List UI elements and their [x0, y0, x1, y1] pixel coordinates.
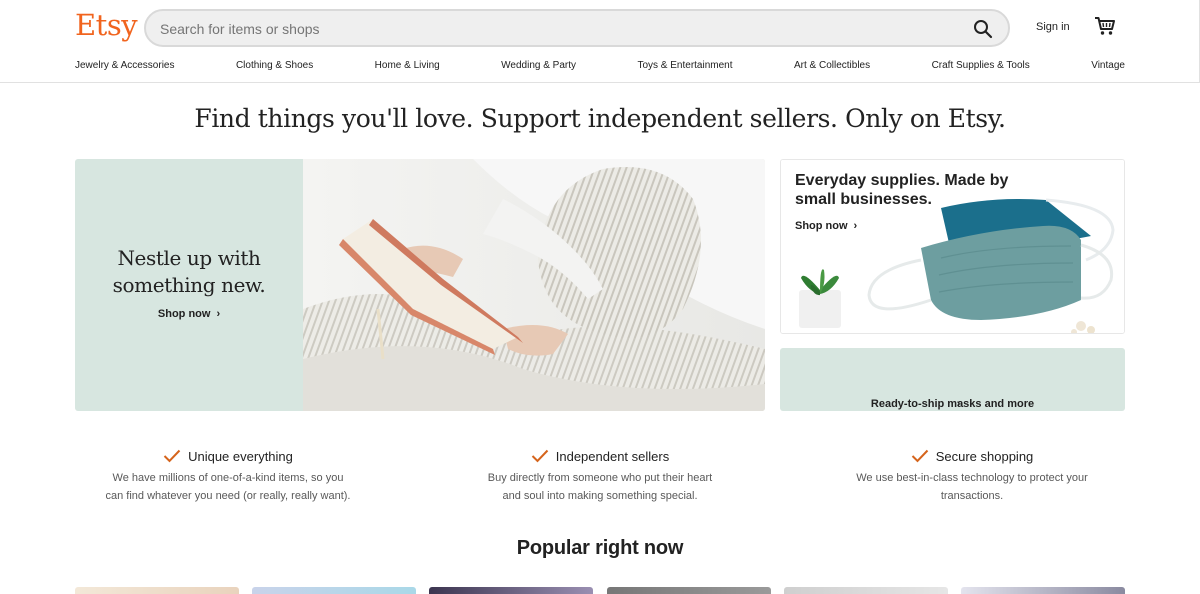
- category-jewelry-accessories[interactable]: Jewelry & Accessories: [75, 60, 174, 76]
- promo-card-masks[interactable]: Ready-to-ship masks and more ›: [780, 348, 1125, 411]
- value-secure: Secure shopping We use best-in-class tec…: [822, 447, 1122, 505]
- popular-item-thumbnail[interactable]: [784, 587, 948, 594]
- cart-icon: [1095, 17, 1115, 35]
- value-secure-desc-line-2: transactions.: [940, 490, 1004, 502]
- checkmark-icon: [531, 449, 548, 463]
- popular-item-thumbnail[interactable]: [961, 587, 1125, 594]
- value-unique-description: We have millions of one-of-a-kind items,…: [78, 469, 378, 505]
- hero-image: [303, 159, 765, 411]
- page-tagline: Find things you'll love. Support indepen…: [194, 104, 1006, 133]
- popular-items-row: [75, 587, 1125, 594]
- popular-item-thumbnail[interactable]: [607, 587, 771, 594]
- value-secure-desc-line-1: We use best-in-class technology to prote…: [856, 472, 1088, 484]
- chevron-right-icon: ›: [956, 398, 961, 410]
- promo-supplies-title: Everyday supplies. Made by small busines…: [795, 172, 1009, 208]
- checkmark-icon: [911, 449, 928, 463]
- cart-button[interactable]: [1094, 15, 1116, 37]
- category-toys-entertainment[interactable]: Toys & Entertainment: [637, 60, 732, 76]
- popular-item-thumbnail[interactable]: [429, 587, 593, 594]
- search-input[interactable]: [160, 18, 940, 40]
- header-divider: [0, 82, 1200, 83]
- popular-item-thumbnail[interactable]: [252, 587, 416, 594]
- value-independent-title: Independent sellers: [555, 448, 670, 464]
- hero-shop-now-link[interactable]: Shop now ›: [75, 308, 303, 320]
- hero-shop-now-label: Shop now: [157, 308, 211, 320]
- value-secure-title: Secure shopping: [935, 448, 1034, 464]
- search-bar[interactable]: [144, 9, 1010, 47]
- value-unique-title: Unique everything: [188, 448, 293, 464]
- promo-supplies-shop-now-link[interactable]: Shop now ›: [795, 220, 857, 232]
- hero-title: Nestle up with something new.: [75, 245, 303, 299]
- category-art-collectibles[interactable]: Art & Collectibles: [794, 60, 870, 76]
- etsy-logo[interactable]: Etsy: [75, 8, 138, 42]
- chevron-right-icon: ›: [216, 308, 221, 320]
- category-home-living[interactable]: Home & Living: [375, 60, 440, 76]
- value-secure-description: We use best-in-class technology to prote…: [822, 469, 1122, 505]
- value-unique-desc-line-2: can find whatever you need (or really, r…: [105, 490, 351, 502]
- popular-item-thumbnail[interactable]: [75, 587, 239, 594]
- value-unique: Unique everything We have millions of on…: [78, 447, 378, 505]
- value-independent-desc-line-2: and soul into making something special.: [502, 490, 698, 502]
- hero-title-line-2: something new.: [112, 273, 266, 297]
- hero-banner[interactable]: Nestle up with something new. Shop now ›: [75, 159, 765, 411]
- category-clothing-shoes[interactable]: Clothing & Shoes: [236, 60, 313, 76]
- value-independent-head: Independent sellers: [450, 447, 750, 465]
- category-vintage[interactable]: Vintage: [1091, 60, 1125, 76]
- value-independent-desc-line-1: Buy directly from someone who put their …: [487, 472, 713, 484]
- sign-in-link[interactable]: Sign in: [1036, 21, 1070, 33]
- hero-title-line-1: Nestle up with: [117, 246, 261, 270]
- value-unique-head: Unique everything: [78, 447, 378, 465]
- category-nav: Jewelry & Accessories Clothing & Shoes H…: [75, 60, 1125, 76]
- value-secure-head: Secure shopping: [822, 447, 1122, 465]
- value-unique-desc-line-1: We have millions of one-of-a-kind items,…: [112, 472, 344, 484]
- category-craft-supplies-tools[interactable]: Craft Supplies & Tools: [932, 60, 1030, 76]
- chevron-right-icon: ›: [853, 220, 858, 232]
- promo-supplies-shop-now-label: Shop now: [795, 220, 848, 232]
- hero-text-panel: Nestle up with something new. Shop now ›: [75, 159, 303, 411]
- promo-card-supplies[interactable]: Everyday supplies. Made by small busines…: [780, 159, 1125, 334]
- value-independent: Independent sellers Buy directly from so…: [450, 447, 750, 505]
- popular-heading: Popular right now: [516, 537, 684, 559]
- value-independent-description: Buy directly from someone who put their …: [450, 469, 750, 505]
- category-wedding-party[interactable]: Wedding & Party: [501, 60, 576, 76]
- search-button[interactable]: [972, 18, 994, 40]
- checkmark-icon: [163, 449, 181, 463]
- reading-in-bed-illustration: [303, 159, 765, 411]
- search-icon: [974, 20, 993, 39]
